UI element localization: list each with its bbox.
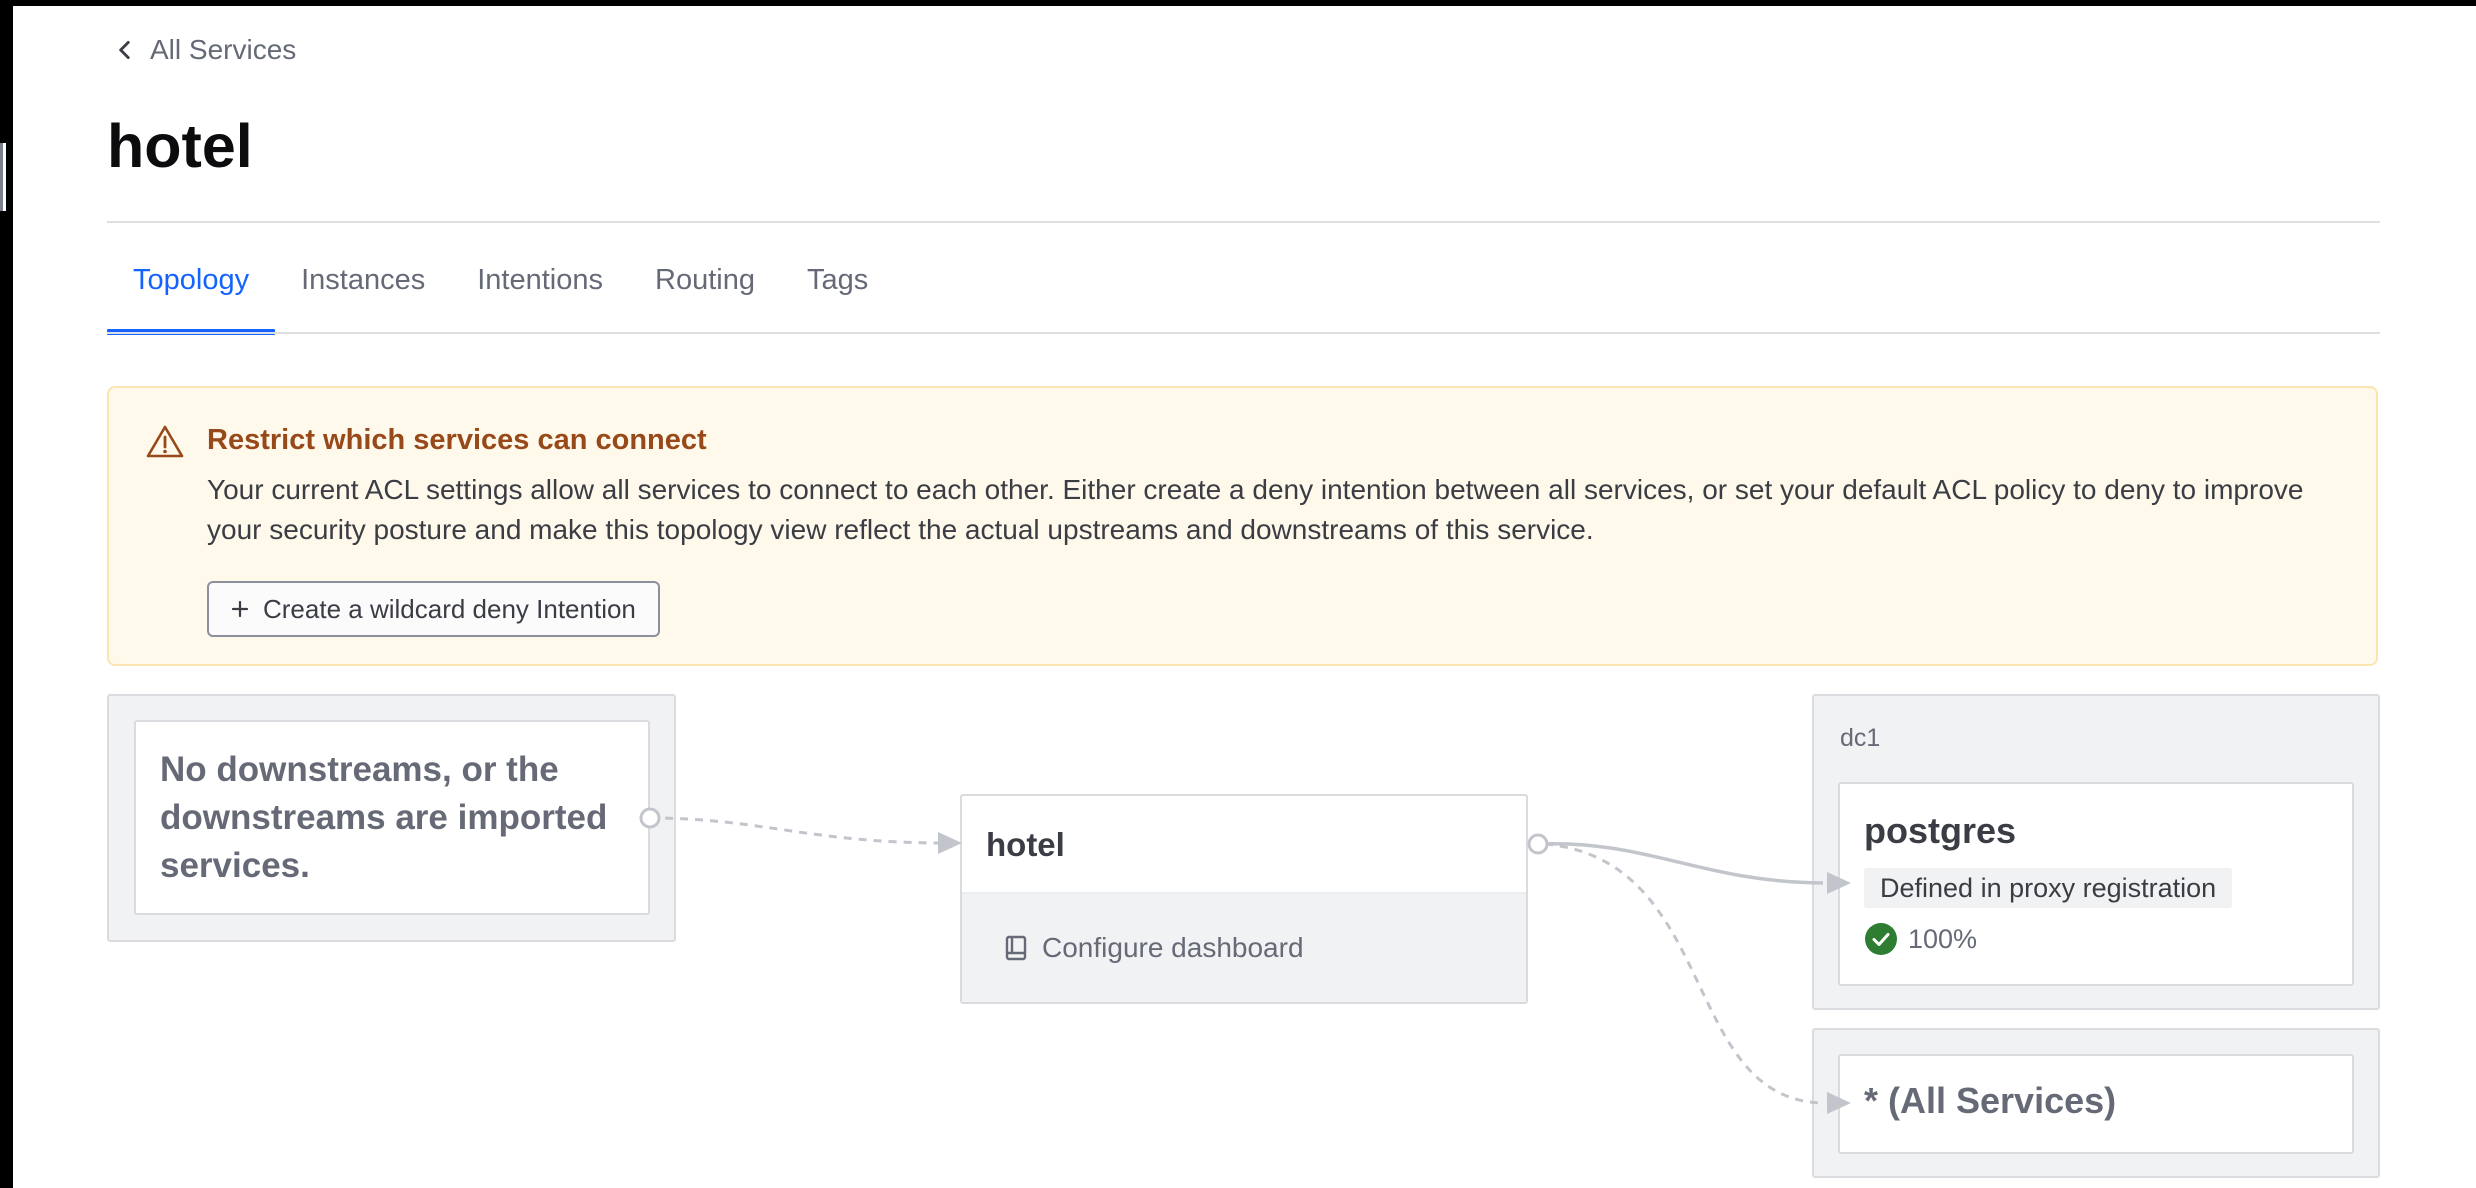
downstream-edge bbox=[649, 816, 946, 845]
wildcard-arrow-icon bbox=[1827, 1092, 1851, 1114]
service-upstream-connector bbox=[1527, 833, 1549, 855]
wildcard-edge bbox=[1544, 842, 1824, 1105]
downstream-connector bbox=[639, 807, 661, 829]
postgres-arrow-icon bbox=[1827, 872, 1851, 894]
topology-edges bbox=[639, 807, 1851, 1114]
downstream-arrow-icon bbox=[938, 832, 962, 854]
